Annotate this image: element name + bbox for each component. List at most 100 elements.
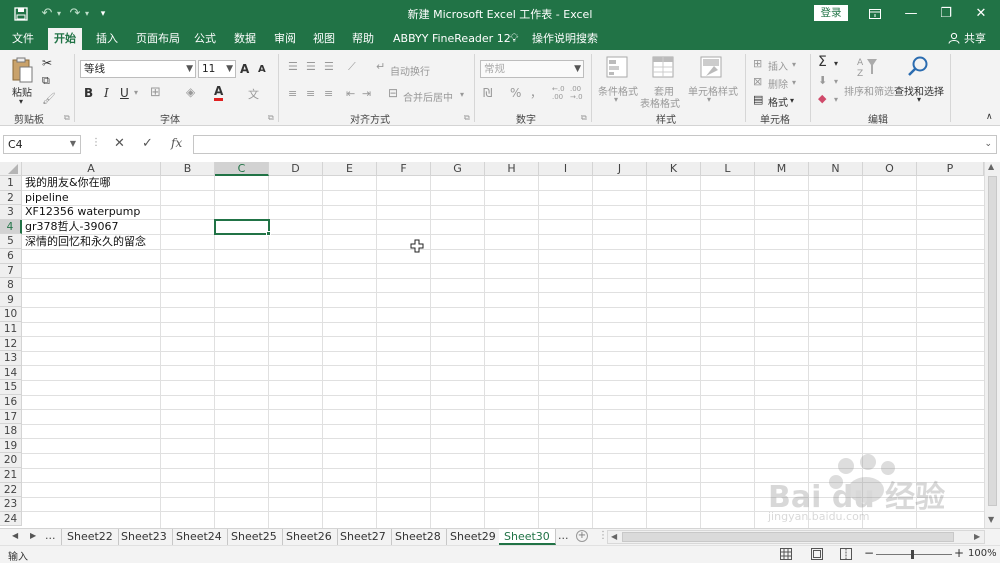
conditional-format-icon[interactable]	[606, 56, 628, 78]
column-header[interactable]: M	[755, 162, 809, 176]
ribbon-display-icon[interactable]	[858, 0, 892, 28]
tab-view[interactable]: 视图	[307, 28, 341, 50]
phonetic-guide-button[interactable]: 文	[248, 86, 259, 102]
sort-filter-icon[interactable]: AZ	[856, 56, 878, 78]
column-header[interactable]: O	[863, 162, 917, 176]
tab-data[interactable]: 数据	[228, 28, 262, 50]
tab-page-layout[interactable]: 页面布局	[130, 28, 186, 50]
row-header[interactable]: 11	[0, 322, 22, 337]
row-header[interactable]: 14	[0, 365, 22, 381]
table-format-icon[interactable]	[652, 56, 674, 78]
format-cells-icon[interactable]: ▤	[753, 93, 763, 106]
sheet-tab-active[interactable]: Sheet30	[499, 529, 556, 545]
column-header[interactable]: D	[269, 162, 323, 176]
row-header[interactable]: 12	[0, 336, 22, 352]
column-header[interactable]: I	[539, 162, 593, 176]
customize-qat-icon[interactable]: ▾	[94, 5, 112, 23]
insert-cells-icon[interactable]: ⊞	[753, 57, 762, 70]
format-dropdown-icon[interactable]: ▾	[790, 96, 794, 105]
fill-color-icon[interactable]: ◈	[186, 85, 195, 99]
increase-indent-icon[interactable]: ⇥	[362, 87, 371, 100]
wrap-text-button[interactable]: 自动换行	[390, 63, 430, 78]
row-header[interactable]: 22	[0, 482, 22, 498]
column-header[interactable]: C	[215, 162, 269, 176]
align-top-icon[interactable]: ☰	[288, 60, 298, 73]
row-header[interactable]: 21	[0, 468, 22, 483]
sheet-tab[interactable]: Sheet27	[335, 529, 392, 545]
row-header[interactable]: 7	[0, 263, 22, 279]
underline-dropdown-icon[interactable]: ▾	[134, 88, 138, 97]
insert-function-button[interactable]: fx	[171, 136, 182, 150]
column-header[interactable]: P	[917, 162, 984, 176]
align-center-icon[interactable]: ≡	[306, 87, 315, 100]
new-sheet-icon[interactable]: +	[576, 530, 588, 542]
row-header[interactable]: 9	[0, 292, 22, 308]
column-header[interactable]: F	[377, 162, 431, 176]
column-header[interactable]: L	[701, 162, 755, 176]
row-header[interactable]: 23	[0, 497, 22, 512]
insert-dropdown-icon[interactable]: ▾	[792, 60, 796, 69]
tell-me-search[interactable]: 操作说明搜索	[526, 28, 604, 50]
delete-cells-button[interactable]: 删除	[768, 76, 788, 91]
row-header[interactable]: 16	[0, 395, 22, 410]
insert-cells-button[interactable]: 插入	[768, 58, 788, 73]
share-button[interactable]: 共享	[958, 28, 992, 50]
clipboard-launcher-icon[interactable]: ⧉	[64, 113, 70, 123]
row-header[interactable]: 6	[0, 249, 22, 264]
page-layout-view-icon[interactable]	[811, 548, 823, 560]
collapse-ribbon-icon[interactable]: ∧	[986, 112, 993, 122]
row-header[interactable]: 20	[0, 453, 22, 468]
underline-button[interactable]: U	[120, 86, 129, 100]
bold-button[interactable]: B	[84, 86, 93, 100]
align-left-icon[interactable]: ≡	[288, 87, 297, 100]
table-format-button-line2[interactable]: 表格格式	[640, 95, 680, 110]
sheet-tab[interactable]: Sheet26	[281, 529, 338, 545]
shrink-font-button[interactable]: A	[258, 64, 266, 75]
column-header[interactable]: N	[809, 162, 863, 176]
fill-handle[interactable]	[266, 231, 271, 236]
accounting-format-icon[interactable]: ₪	[483, 86, 492, 100]
align-right-icon[interactable]: ≡	[324, 87, 333, 100]
zoom-out-button[interactable]: −	[864, 546, 874, 560]
decrease-decimal-button[interactable]: .00 →.0	[570, 85, 583, 101]
wrap-text-icon[interactable]: ↵	[376, 60, 385, 73]
paste-dropdown-icon[interactable]: ▾	[19, 97, 23, 106]
sheet-tab[interactable]: Sheet25	[226, 529, 283, 545]
zoom-in-button[interactable]: +	[954, 546, 964, 560]
row-header[interactable]: 10	[0, 307, 22, 322]
orientation-icon[interactable]: ⟋	[348, 60, 356, 74]
column-header[interactable]: B	[161, 162, 215, 176]
sheet-tab[interactable]: Sheet22	[61, 529, 119, 545]
font-launcher-icon[interactable]: ⧉	[268, 113, 274, 123]
tab-help[interactable]: 帮助	[346, 28, 380, 50]
sort-filter-button[interactable]: 排序和筛选	[844, 83, 894, 98]
align-middle-icon[interactable]: ☰	[306, 60, 316, 73]
column-header[interactable]: K	[647, 162, 701, 176]
tab-insert[interactable]: 插入	[90, 28, 124, 50]
login-button[interactable]: 登录	[814, 5, 848, 21]
column-header[interactable]: H	[485, 162, 539, 176]
close-icon[interactable]: ✕	[964, 0, 998, 28]
scroll-left-icon[interactable]: ◀	[611, 532, 617, 541]
select-all-corner[interactable]	[0, 162, 22, 176]
sheet-tab[interactable]: Sheet24	[171, 529, 228, 545]
scroll-right-icon[interactable]: ▶	[974, 532, 980, 541]
fill-icon[interactable]: ⬇	[818, 74, 827, 87]
row-header[interactable]: 13	[0, 351, 22, 366]
vertical-scrollbar[interactable]: ▲ ▼	[984, 162, 1000, 528]
row-header[interactable]: 19	[0, 438, 22, 454]
font-name-combo[interactable]: 等线 ▼	[80, 60, 196, 78]
row-header[interactable]: 8	[0, 278, 22, 293]
name-box[interactable]: C4 ▼	[3, 135, 81, 154]
cell-a2[interactable]: pipeline	[25, 191, 69, 206]
cell-styles-dropdown-icon[interactable]: ▾	[707, 95, 711, 104]
find-select-icon[interactable]	[906, 55, 930, 79]
row-header[interactable]: 2	[0, 190, 22, 206]
clear-icon[interactable]: ◆	[818, 92, 826, 105]
find-dropdown-icon[interactable]: ▾	[917, 95, 921, 104]
hscroll-thumb[interactable]	[622, 532, 954, 542]
formula-input[interactable]: ⌄	[193, 135, 997, 154]
minimize-icon[interactable]: —	[894, 0, 928, 28]
cell-a4[interactable]: gr378哲人-39067	[25, 220, 118, 235]
sheet-tab[interactable]: Sheet29	[445, 529, 502, 545]
